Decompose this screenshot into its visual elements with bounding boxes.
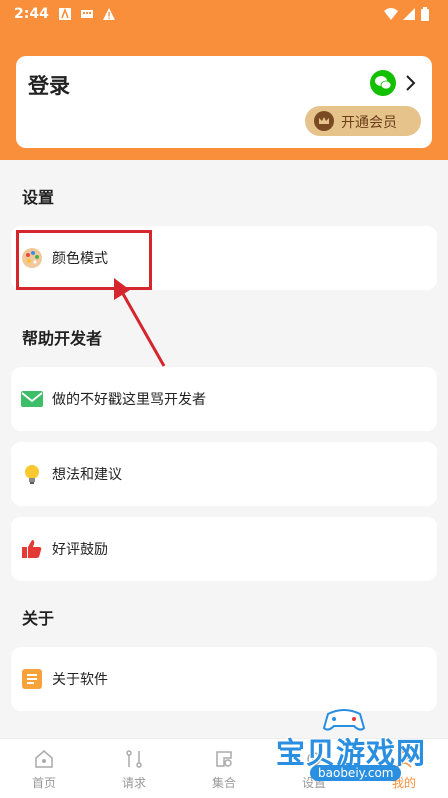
chevron-right-icon[interactable] bbox=[404, 70, 418, 96]
nav-label: 集合 bbox=[211, 776, 236, 790]
list-item-rating[interactable]: 好评鼓励 bbox=[11, 517, 437, 581]
battery-icon bbox=[421, 7, 429, 21]
nav-label: 请求 bbox=[121, 776, 146, 790]
warning-icon bbox=[103, 8, 115, 20]
wifi-icon bbox=[384, 8, 398, 20]
keyboard-icon bbox=[81, 10, 93, 18]
nav-item-collection[interactable]: 集合 bbox=[189, 739, 259, 798]
status-time: 2:44 bbox=[14, 6, 49, 22]
annotation-arrow bbox=[114, 278, 166, 367]
section-title-about: 关于 bbox=[22, 609, 55, 628]
status-bar: 2:44 bbox=[0, 0, 448, 28]
list-item-ideas[interactable]: 想法和建议 bbox=[11, 442, 437, 506]
section-title-settings: 设置 bbox=[22, 188, 55, 207]
nav-item-home[interactable]: 首页 bbox=[9, 739, 79, 798]
list-item-label: 想法和建议 bbox=[52, 467, 122, 483]
collection-icon bbox=[216, 751, 232, 767]
request-icon bbox=[126, 750, 142, 768]
app-a-icon bbox=[59, 7, 71, 20]
login-card[interactable]: 登录 开通会员 bbox=[16, 56, 432, 148]
vip-button[interactable]: 开通会员 bbox=[305, 106, 421, 136]
document-icon bbox=[22, 669, 42, 689]
crown-icon bbox=[314, 111, 334, 131]
watermark-url: baobeiy.com bbox=[310, 765, 402, 781]
signal-icon bbox=[403, 8, 415, 20]
list-item-label: 关于软件 bbox=[52, 672, 108, 688]
section-title-help: 帮助开发者 bbox=[22, 329, 103, 348]
home-icon bbox=[35, 750, 53, 768]
nav-item-request[interactable]: 请求 bbox=[99, 739, 169, 798]
vip-label: 开通会员 bbox=[341, 115, 397, 131]
list-item-label: 好评鼓励 bbox=[52, 542, 108, 558]
login-title[interactable]: 登录 bbox=[28, 70, 70, 100]
list-item-feedback[interactable]: 做的不好戳这里骂开发者 bbox=[11, 367, 437, 431]
lightbulb-icon bbox=[25, 465, 39, 484]
thumbs-up-icon bbox=[22, 540, 42, 558]
list-item-about-app[interactable]: 关于软件 bbox=[11, 647, 437, 711]
watermark-logo: 宝贝游戏网 baobeiy.com bbox=[268, 704, 448, 798]
list-item-label: 做的不好戳这里骂开发者 bbox=[52, 392, 206, 408]
wechat-icon[interactable] bbox=[370, 70, 396, 96]
nav-label: 首页 bbox=[31, 776, 56, 790]
mail-icon bbox=[21, 391, 43, 407]
